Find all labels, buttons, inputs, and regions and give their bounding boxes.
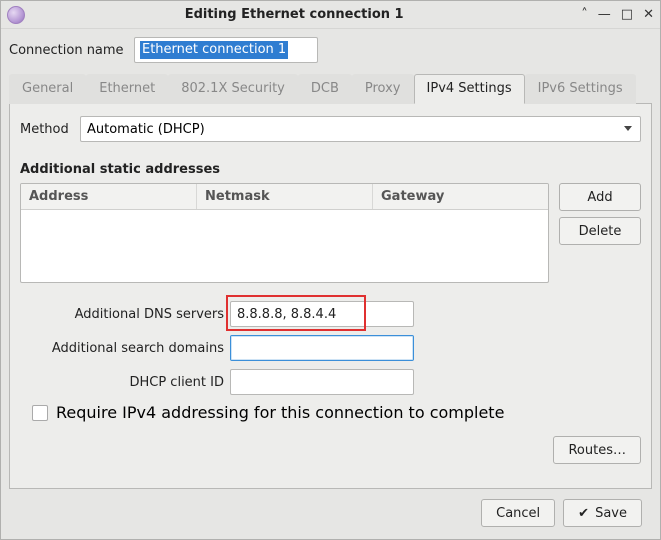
extra-fields: Additional DNS servers Additional search… [20,301,641,464]
table-body [21,210,548,282]
tab-ipv6-settings[interactable]: IPv6 Settings [525,74,636,104]
dns-servers-row: Additional DNS servers [20,301,641,327]
method-select[interactable]: Automatic (DHCP) [80,116,641,142]
search-domains-row: Additional search domains [20,335,641,361]
ipv4-settings-panel: Method Automatic (DHCP) Additional stati… [9,104,652,489]
content-area: Connection name Ethernet connection 1 Ge… [1,29,660,539]
search-domains-input[interactable] [230,335,414,361]
method-row: Method Automatic (DHCP) [20,116,641,142]
search-domains-label: Additional search domains [20,341,230,356]
static-addresses-table[interactable]: Address Netmask Gateway [20,183,549,283]
dhcp-client-id-row: DHCP client ID [20,369,641,395]
col-netmask: Netmask [197,184,373,209]
col-address: Address [21,184,197,209]
window-minimize-icon[interactable]: — [598,7,611,22]
dns-servers-label: Additional DNS servers [20,307,230,322]
static-addresses-buttons: Add Delete [559,183,641,283]
window-close-icon[interactable]: ✕ [643,7,654,22]
table-header: Address Netmask Gateway [21,184,548,210]
network-connection-editor-window: Editing Ethernet connection 1 ˄ — □ ✕ Co… [0,0,661,540]
window-controls: ˄ — □ ✕ [581,7,654,22]
add-button[interactable]: Add [559,183,641,211]
check-icon: ✔ [578,506,589,521]
require-ipv4-row: Require IPv4 addressing for this connect… [32,403,641,422]
chevron-down-icon [624,126,632,131]
tab-ethernet[interactable]: Ethernet [86,74,168,104]
static-addresses-area: Address Netmask Gateway Add Delete [20,183,641,283]
tab-dcb[interactable]: DCB [298,74,352,104]
window-maximize-icon[interactable]: □ [621,7,633,22]
tab-ipv4-settings[interactable]: IPv4 Settings [414,74,525,104]
routes-button[interactable]: Routes… [553,436,641,464]
static-addresses-title: Additional static addresses [20,162,641,177]
window-rollup-icon[interactable]: ˄ [581,7,588,22]
tab-proxy[interactable]: Proxy [352,74,414,104]
titlebar: Editing Ethernet connection 1 ˄ — □ ✕ [1,1,660,29]
dhcp-client-id-label: DHCP client ID [20,375,230,390]
window-title: Editing Ethernet connection 1 [7,7,581,22]
dhcp-client-id-input[interactable] [230,369,414,395]
connection-name-label: Connection name [9,43,134,58]
routes-row: Routes… [20,436,641,464]
dns-servers-input[interactable] [230,301,414,327]
method-value: Automatic (DHCP) [87,122,205,137]
method-label: Method [20,122,80,137]
tab-general[interactable]: General [9,74,86,104]
col-gateway: Gateway [373,184,548,209]
require-ipv4-label: Require IPv4 addressing for this connect… [56,403,504,422]
connection-name-selection: Ethernet connection 1 [140,41,288,59]
tab-8021x-security[interactable]: 802.1X Security [168,74,298,104]
require-ipv4-checkbox[interactable] [32,405,48,421]
save-button[interactable]: ✔ Save [563,499,642,527]
save-button-label: Save [595,506,627,521]
connection-name-row: Connection name Ethernet connection 1 [9,37,652,63]
connection-name-input-wrap: Ethernet connection 1 [134,37,652,63]
cancel-button[interactable]: Cancel [481,499,555,527]
tabs: General Ethernet 802.1X Security DCB Pro… [9,73,652,104]
delete-button[interactable]: Delete [559,217,641,245]
dialog-footer: Cancel ✔ Save [9,489,652,539]
